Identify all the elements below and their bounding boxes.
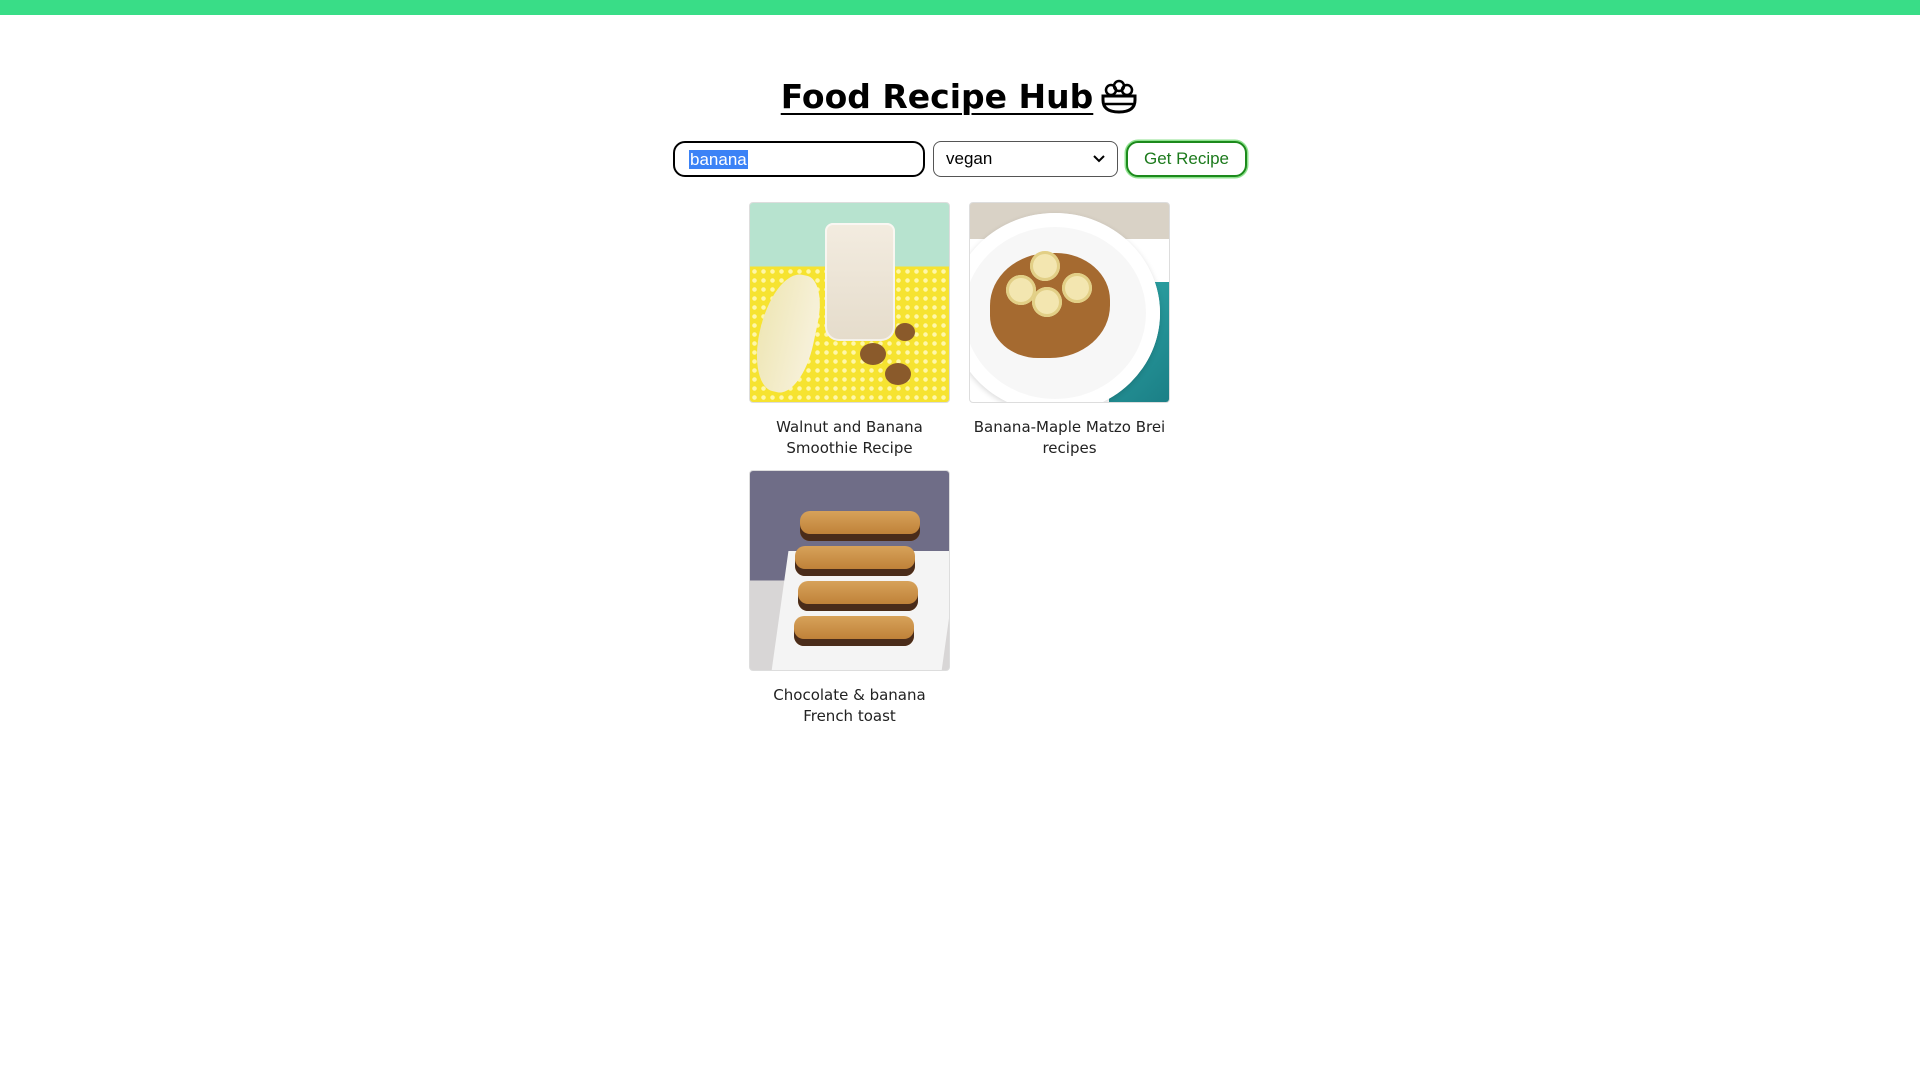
page-title: Food Recipe Hub: [781, 76, 1140, 116]
recipe-title[interactable]: Walnut and Banana Smoothie Recipe: [749, 417, 950, 459]
diet-select-value: vegan: [946, 149, 993, 168]
page-title-text: Food Recipe Hub: [780, 76, 1094, 116]
toast-slice-shape: [795, 546, 915, 576]
walnut-shape: [860, 343, 886, 365]
toast-slice-shape: [794, 616, 914, 646]
recipe-title[interactable]: Banana-Maple Matzo Brei recipes: [969, 417, 1170, 459]
recipe-title[interactable]: Chocolate & banana French toast: [749, 685, 950, 727]
walnut-shape: [895, 323, 915, 341]
recipe-grid: Walnut and Banana Smoothie Recipe Banana…: [749, 202, 1171, 738]
search-bar: banana vegan Get Recipe: [0, 141, 1920, 177]
header: Food Recipe Hub: [0, 76, 1920, 116]
recipe-image[interactable]: [969, 202, 1170, 403]
toast-slice-shape: [800, 511, 920, 541]
walnut-shape: [885, 363, 911, 385]
diet-select[interactable]: vegan: [933, 141, 1118, 177]
get-recipe-button[interactable]: Get Recipe: [1126, 141, 1247, 177]
recipe-card[interactable]: Walnut and Banana Smoothie Recipe: [749, 202, 950, 470]
search-input[interactable]: banana: [673, 141, 925, 177]
top-accent-bar: [0, 0, 1920, 15]
recipe-image[interactable]: [749, 202, 950, 403]
recipe-card[interactable]: Chocolate & banana French toast: [749, 470, 950, 738]
recipe-image[interactable]: [749, 470, 950, 671]
banana-slice-shape: [1062, 273, 1092, 303]
banana-slice-shape: [1030, 251, 1060, 281]
recipe-card[interactable]: Banana-Maple Matzo Brei recipes: [969, 202, 1170, 470]
toast-slice-shape: [798, 581, 918, 611]
smoothie-glass-shape: [825, 223, 895, 341]
banana-slice-shape: [1032, 287, 1062, 317]
search-input-value: banana: [689, 149, 748, 169]
salad-bowl-icon: [1099, 76, 1139, 116]
chevron-down-icon: [1093, 153, 1105, 165]
